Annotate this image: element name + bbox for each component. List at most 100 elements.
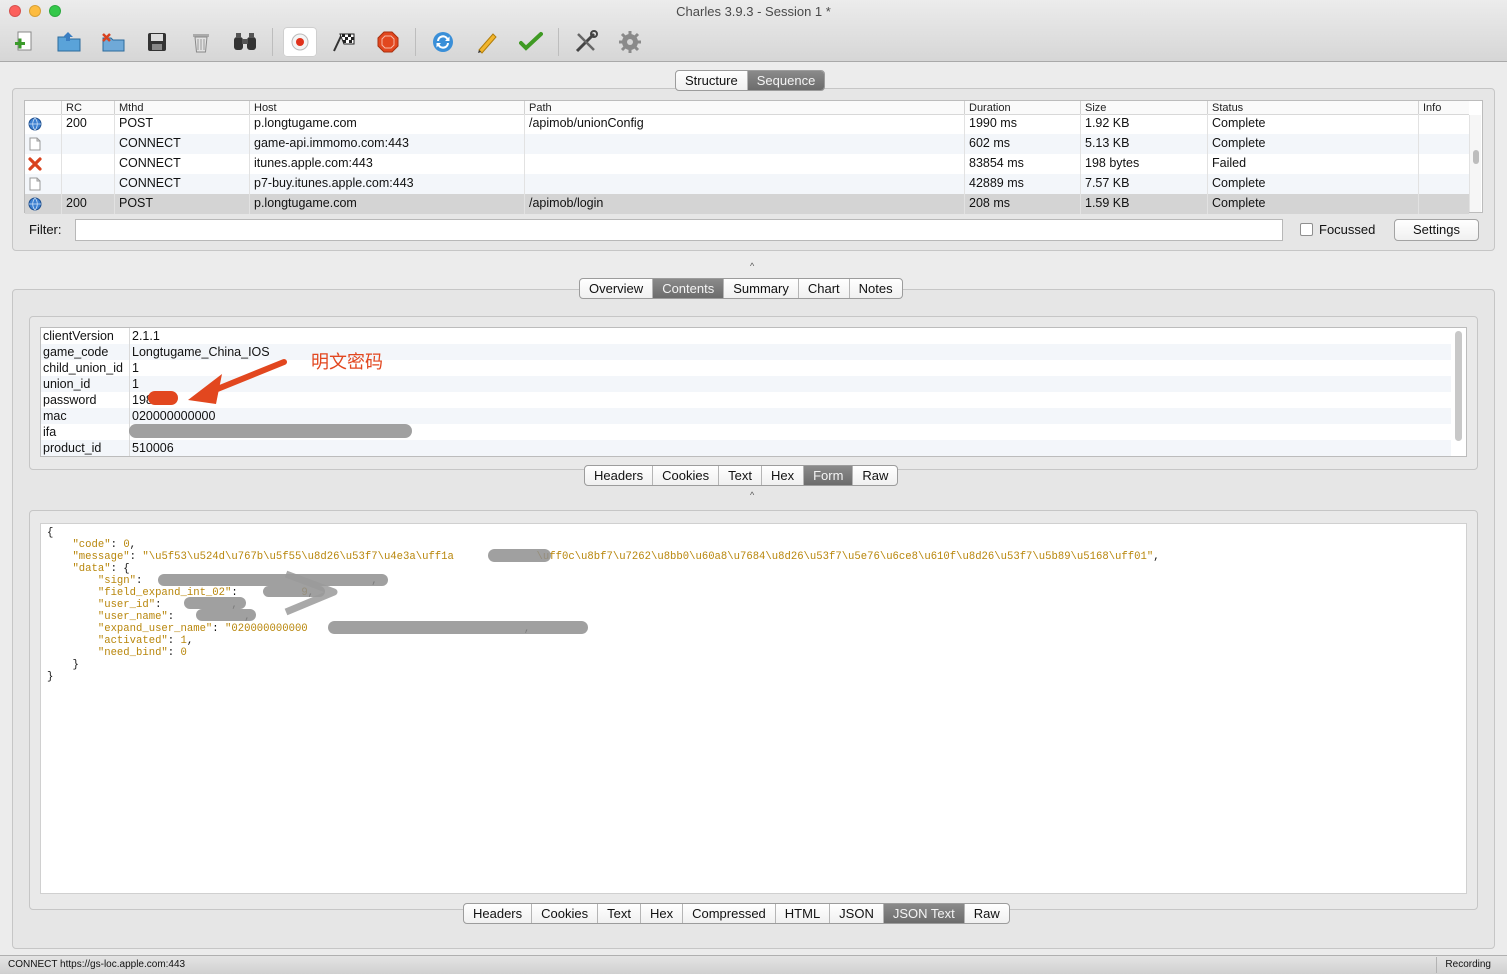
- tools-icon[interactable]: [569, 27, 603, 57]
- form-row[interactable]: mac 020000000000: [41, 408, 1451, 424]
- form-value: 1: [132, 377, 139, 391]
- table-row[interactable]: CONNECT itunes.apple.com:443 83854 ms 19…: [25, 154, 1469, 174]
- cell-path: [524, 174, 964, 194]
- new-session-icon[interactable]: [8, 27, 42, 57]
- recording-indicator[interactable]: Recording: [1436, 957, 1499, 973]
- status-bar: CONNECT https://gs-loc.apple.com:443 Rec…: [0, 955, 1507, 974]
- repeat-icon[interactable]: [426, 27, 460, 57]
- redaction-mark: [184, 597, 246, 609]
- throttle-icon[interactable]: [327, 27, 361, 57]
- table-row[interactable]: CONNECT game-api.immomo.com:443 602 ms 5…: [25, 134, 1469, 154]
- edit-icon[interactable]: [470, 27, 504, 57]
- cell-status: Complete: [1207, 114, 1418, 134]
- record-icon[interactable]: [283, 27, 317, 57]
- tab-notes[interactable]: Notes: [850, 279, 902, 298]
- tab-response-text[interactable]: Text: [598, 904, 641, 923]
- scrollbar-thumb[interactable]: [1473, 150, 1479, 164]
- stop-icon[interactable]: [371, 27, 405, 57]
- tab-response-json[interactable]: JSON: [830, 904, 884, 923]
- settings-gear-icon[interactable]: [613, 27, 647, 57]
- column-header-size[interactable]: Size: [1080, 101, 1208, 115]
- cell-info: [1418, 154, 1469, 174]
- splitter-up-icon[interactable]: ^: [750, 261, 754, 271]
- table-row[interactable]: CONNECT p7-buy.itunes.apple.com:443 4288…: [25, 174, 1469, 194]
- find-icon[interactable]: [228, 27, 262, 57]
- checkbox-box[interactable]: [1300, 223, 1313, 236]
- close-session-icon[interactable]: [96, 27, 130, 57]
- cell-rc: 200: [61, 194, 114, 214]
- form-value: 1: [132, 361, 139, 375]
- tab-response-hex[interactable]: Hex: [641, 904, 684, 923]
- column-header-host[interactable]: Host: [249, 101, 524, 115]
- cell-info: [1418, 134, 1469, 154]
- table-scrollbar[interactable]: [1469, 115, 1481, 212]
- form-key: mac: [43, 409, 67, 423]
- cell-duration: 83854 ms: [964, 154, 1080, 174]
- cell-rc: [61, 154, 114, 174]
- table-row-selected[interactable]: 200 POST p.longtugame.com /apimob/login …: [25, 194, 1469, 214]
- cell-info: [1418, 174, 1469, 194]
- cell-path: /apimob/unionConfig: [524, 114, 964, 134]
- table-row[interactable]: 200 POST p.longtugame.com /apimob/unionC…: [25, 114, 1469, 134]
- cell-duration: 208 ms: [964, 194, 1080, 214]
- tab-response-json-text[interactable]: JSON Text: [883, 904, 965, 923]
- tab-chart[interactable]: Chart: [799, 279, 850, 298]
- request-tabs: Headers Cookies Text Hex Form Raw: [584, 465, 899, 486]
- cell-info: [1418, 114, 1469, 134]
- tab-request-form[interactable]: Form: [804, 466, 854, 485]
- column-header-status[interactable]: Status: [1207, 101, 1418, 115]
- tab-request-cookies[interactable]: Cookies: [653, 466, 720, 485]
- cell-status: Complete: [1207, 174, 1418, 194]
- cell-rc: [61, 174, 114, 194]
- form-scrollbar[interactable]: [1455, 331, 1462, 441]
- form-row[interactable]: clientVersion 2.1.1: [41, 328, 1451, 344]
- view-tabs: Structure Sequence: [675, 70, 826, 91]
- tab-response-compressed[interactable]: Compressed: [683, 904, 776, 923]
- tab-request-headers[interactable]: Headers: [585, 466, 654, 485]
- filter-input[interactable]: [75, 219, 1283, 241]
- tab-request-text[interactable]: Text: [719, 466, 762, 485]
- redaction-mark: [328, 621, 588, 634]
- tab-sequence[interactable]: Sequence: [747, 71, 825, 90]
- annotation-arrow-icon: [188, 359, 287, 404]
- cell-method: POST: [114, 194, 249, 214]
- form-key: ifa: [43, 425, 57, 439]
- tab-summary[interactable]: Summary: [724, 279, 799, 298]
- column-header-rc[interactable]: RC: [61, 101, 117, 115]
- cell-size: 198 bytes: [1080, 154, 1207, 174]
- splitter-up-icon[interactable]: ^: [750, 490, 754, 500]
- tab-overview[interactable]: Overview: [580, 279, 654, 298]
- cell-status: Complete: [1207, 134, 1418, 154]
- form-row[interactable]: product_id 510006: [41, 440, 1451, 456]
- toolbar: [8, 26, 657, 58]
- column-header-path[interactable]: Path: [524, 101, 964, 115]
- tab-response-cookies[interactable]: Cookies: [532, 904, 599, 923]
- settings-button[interactable]: Settings: [1394, 219, 1479, 241]
- tab-structure[interactable]: Structure: [676, 71, 748, 90]
- focussed-checkbox[interactable]: Focussed: [1300, 222, 1375, 237]
- tab-response-headers[interactable]: Headers: [464, 904, 533, 923]
- tab-contents[interactable]: Contents: [653, 279, 725, 298]
- clear-icon[interactable]: [184, 27, 218, 57]
- tab-request-raw[interactable]: Raw: [853, 466, 897, 485]
- validate-icon[interactable]: [514, 27, 548, 57]
- toolbar-separator: [558, 28, 559, 56]
- open-icon[interactable]: [52, 27, 86, 57]
- cell-size: 1.59 KB: [1080, 194, 1207, 214]
- cell-host: itunes.apple.com:443: [249, 154, 524, 174]
- cell-host: p.longtugame.com: [249, 194, 524, 214]
- column-header-duration[interactable]: Duration: [964, 101, 1081, 115]
- redaction-mark: [129, 424, 412, 438]
- document-icon: [25, 174, 45, 194]
- column-header-method[interactable]: Mthd: [114, 101, 248, 115]
- tab-response-raw[interactable]: Raw: [965, 904, 1009, 923]
- column-header-info[interactable]: Info: [1418, 101, 1469, 115]
- tab-request-hex[interactable]: Hex: [762, 466, 805, 485]
- tab-response-html[interactable]: HTML: [776, 904, 831, 923]
- globe-icon: [25, 194, 45, 214]
- save-icon[interactable]: [140, 27, 174, 57]
- form-value: 2.1.1: [132, 329, 160, 343]
- toolbar-separator: [415, 28, 416, 56]
- document-icon: [25, 134, 45, 154]
- title-bar: Charles 3.9.3 - Session 1 *: [0, 0, 1507, 62]
